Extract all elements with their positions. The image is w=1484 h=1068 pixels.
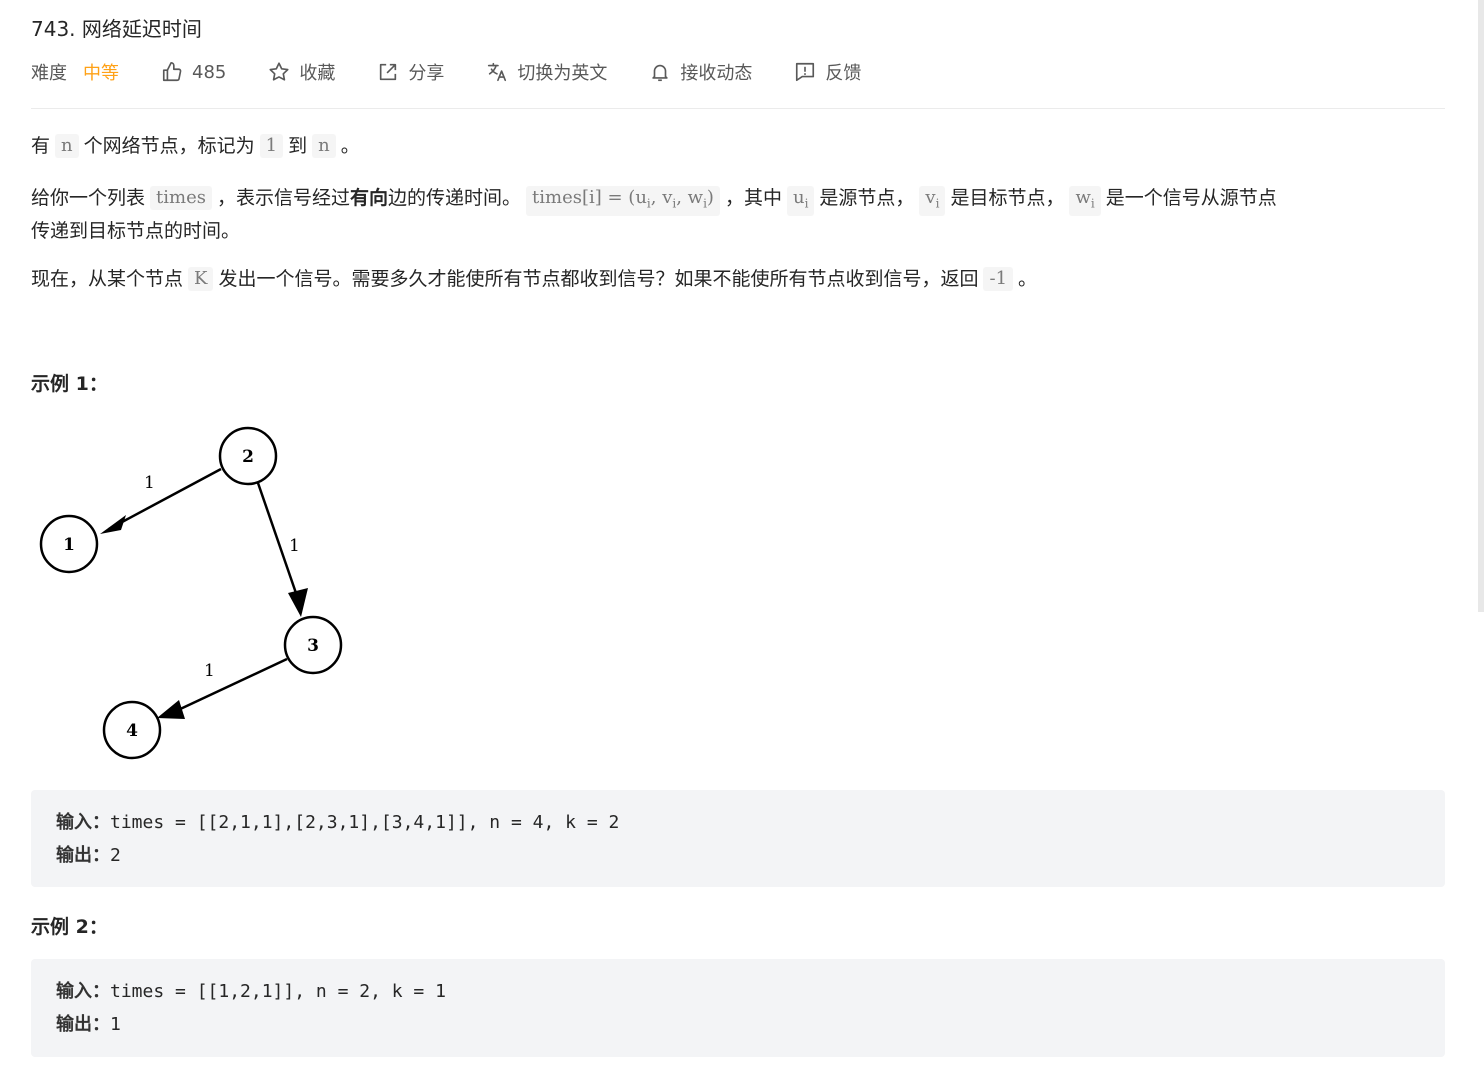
- problem-title: 743. 网络延迟时间: [31, 17, 202, 41]
- text: 是源节点，: [819, 187, 915, 209]
- graph-node-label: 3: [307, 636, 319, 656]
- example-2-output-line: 输出：1: [56, 1008, 1420, 1041]
- code-part: ): [706, 187, 714, 208]
- text: 给你一个列表: [31, 187, 146, 209]
- text: 传递到目标节点的时间。: [31, 219, 241, 242]
- input-value: times = [[2,1,1],[2,3,1],[3,4,1]], n = 4…: [110, 812, 620, 833]
- output-label: 输出：: [56, 1014, 110, 1035]
- example-1-output-line: 输出：2: [56, 839, 1420, 872]
- like-button[interactable]: 485: [161, 61, 226, 83]
- inline-code: -1: [983, 267, 1014, 291]
- inline-code-formula: times[i] = (ui, vi, wi): [526, 186, 720, 216]
- text: 边的传递时间。: [388, 187, 522, 209]
- graph-edge-weight-2-1: 1: [144, 473, 155, 493]
- text: ，其中: [724, 187, 782, 209]
- feedback-button[interactable]: 反馈: [794, 59, 861, 85]
- inline-code: K: [188, 267, 214, 291]
- output-value: 2: [110, 845, 121, 866]
- example-2-code-block: 输入：times = [[1,2,1]], n = 2, k = 1 输出：1: [31, 959, 1445, 1057]
- input-label: 输入：: [56, 981, 110, 1002]
- graph-edge-3-4: [175, 657, 288, 713]
- input-label: 输入：: [56, 812, 110, 833]
- inline-code: 1: [259, 134, 284, 158]
- code-part: , w: [676, 187, 704, 208]
- translate-label: 切换为英文: [517, 63, 608, 84]
- problem-page: 743. 网络延迟时间 难度 中等 485 收藏 分享 切换为英文 接收动态 反…: [0, 0, 1484, 1068]
- translate-icon: [488, 62, 507, 82]
- inline-code: n: [312, 134, 336, 158]
- graph-edge-2-1: [108, 467, 222, 531]
- graph-node-1: 1: [39, 514, 99, 574]
- inline-code: vi: [919, 186, 946, 216]
- code-part: , v: [650, 187, 673, 208]
- favorite-button[interactable]: 收藏: [268, 59, 335, 85]
- code-part: times[i] = (u: [532, 187, 647, 208]
- output-label: 输出：: [56, 845, 110, 866]
- graph-node-2: 2: [218, 426, 278, 486]
- text: 是一个信号从源节点: [1105, 187, 1277, 209]
- graph-edge-weight-3-4: 1: [204, 661, 215, 681]
- text: 发出一个信号。需要多久才能使所有节点都收到信号？如果不能使所有节点收到信号，返回: [218, 268, 979, 290]
- code-part: v: [925, 187, 936, 208]
- code-sub: i: [935, 196, 940, 211]
- share-icon: [380, 63, 397, 81]
- graph-node-4: 4: [102, 700, 162, 760]
- share-button[interactable]: 分享: [377, 59, 444, 85]
- graph-node-label: 1: [63, 535, 75, 555]
- text: 。: [1018, 268, 1038, 290]
- difficulty-value: 中等: [83, 63, 119, 84]
- example-1-input-line: 输入：times = [[2,1,1],[2,3,1],[3,4,1]], n …: [56, 806, 1420, 839]
- feedback-label: 反馈: [825, 63, 862, 84]
- code-part: u: [792, 187, 805, 208]
- example-1-graph: 1 1 1 2 1 3 4: [39, 426, 343, 760]
- description-paragraph-1: 有 n 个网络节点，标记为 1 到 n。: [31, 131, 1445, 161]
- thumbs-up-icon: [162, 62, 182, 82]
- output-value: 1: [110, 1014, 121, 1035]
- text: 个网络节点，标记为: [83, 135, 255, 157]
- difficulty: 难度 中等: [31, 59, 119, 85]
- star-icon: [269, 62, 289, 81]
- description-paragraph-2: 给你一个列表 times ，表示信号经过有向边的传递时间。 times[i] = (u…: [31, 183, 1445, 246]
- text: 。: [340, 135, 360, 157]
- header-divider: [31, 108, 1445, 109]
- subscribe-label: 接收动态: [680, 63, 753, 84]
- problem-meta-bar: 难度 中等 485 收藏 分享 切换为英文 接收动态 反馈: [31, 58, 903, 86]
- inline-code: n: [55, 134, 79, 158]
- graph-arrow-head-2-3: [288, 588, 308, 617]
- bold-text: 有向: [349, 187, 388, 209]
- example-1-code-block: 输入：times = [[2,1,1],[2,3,1],[3,4,1]], n …: [31, 790, 1445, 887]
- code-sub: i: [804, 196, 809, 211]
- example-2-title: 示例 2：: [31, 916, 108, 938]
- code-sub: i: [1090, 196, 1095, 211]
- text: 现在，从某个节点: [31, 268, 184, 290]
- text: 是目标节点，: [950, 187, 1065, 209]
- input-value: times = [[1,2,1]], n = 2, k = 1: [110, 981, 446, 1002]
- inline-code: times: [150, 186, 212, 210]
- graph-arrow-head-2-1: [100, 515, 126, 534]
- difficulty-label: 难度: [31, 63, 67, 84]
- subscribe-button[interactable]: 接收动态: [649, 59, 752, 85]
- favorite-label: 收藏: [299, 63, 336, 84]
- example-2-input-line: 输入：times = [[1,2,1]], n = 2, k = 1: [56, 975, 1420, 1008]
- example-1-title: 示例 1：: [31, 373, 108, 395]
- graph-node-label: 2: [242, 447, 254, 467]
- graph-arrow-head-3-4: [157, 700, 185, 719]
- inline-code: ui: [786, 186, 815, 216]
- like-count: 485: [192, 61, 227, 83]
- code-part: w: [1075, 187, 1091, 208]
- description-paragraph-3: 现在，从某个节点 K 发出一个信号。需要多久才能使所有节点都收到信号？如果不能使所有…: [31, 264, 1445, 294]
- graph-node-3: 3: [283, 615, 343, 675]
- translate-button[interactable]: 切换为英文: [486, 59, 607, 85]
- bell-icon: [652, 64, 669, 82]
- graph-edge-weight-2-3: 1: [289, 536, 300, 556]
- text: 有: [31, 135, 51, 157]
- feedback-icon: [796, 62, 815, 82]
- text: 到: [288, 135, 308, 157]
- text: ，表示信号经过: [216, 187, 350, 209]
- graph-node-label: 4: [126, 721, 138, 741]
- scrollbar[interactable]: [1478, 0, 1484, 612]
- share-label: 分享: [408, 63, 445, 84]
- inline-code: wi: [1069, 186, 1101, 216]
